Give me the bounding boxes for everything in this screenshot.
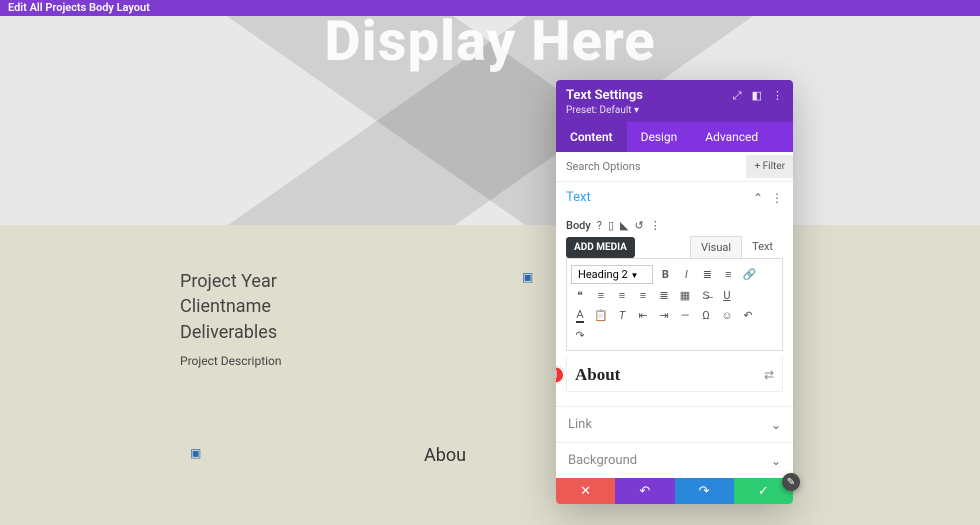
- tablet-icon[interactable]: ▯: [608, 219, 614, 232]
- align-right-icon[interactable]: ≡: [634, 286, 652, 304]
- chevron-down-icon: ⌄: [771, 418, 781, 432]
- more-toolbar-icon[interactable]: ▦: [676, 286, 694, 304]
- hr-icon[interactable]: —: [676, 306, 694, 324]
- panel-tabs: Content Design Advanced: [556, 122, 793, 152]
- project-description: Project Description: [180, 354, 500, 368]
- broken-image-icon: ▣: [522, 270, 536, 284]
- tab-content[interactable]: Content: [556, 122, 627, 152]
- chevron-down-icon: ▾: [634, 105, 639, 116]
- link-icon[interactable]: 🔗: [740, 266, 758, 284]
- paste-icon[interactable]: 📋: [592, 306, 610, 324]
- text-tab[interactable]: Text: [742, 236, 783, 258]
- align-center-icon[interactable]: ≡: [613, 286, 631, 304]
- broken-image-icon: ▣: [190, 446, 204, 460]
- textcolor-icon[interactable]: A: [571, 306, 589, 324]
- tab-advanced[interactable]: Advanced: [691, 122, 772, 152]
- outdent-icon[interactable]: ⇤: [634, 306, 652, 324]
- annotation-badge-1: 1: [556, 366, 564, 383]
- panel-header[interactable]: Text Settings ⤢ ◧ ⋮ Preset: Default ▾: [556, 80, 793, 122]
- redo-icon[interactable]: ↷: [571, 326, 589, 344]
- clear-icon[interactable]: T: [613, 306, 631, 324]
- redo-button[interactable]: ↷: [675, 478, 734, 504]
- addmedia-row: ADD MEDIA Visual Text: [556, 236, 793, 258]
- emoji-icon[interactable]: ☺: [718, 306, 736, 324]
- quote-icon[interactable]: ❝: [571, 286, 589, 304]
- align-left-icon[interactable]: ≡: [592, 286, 610, 304]
- help-icon[interactable]: ?: [597, 219, 602, 232]
- heading-select[interactable]: Heading 2 ▼: [571, 265, 653, 284]
- text-settings-panel: Text Settings ⤢ ◧ ⋮ Preset: Default ▾ Co…: [556, 80, 793, 504]
- search-row: + Filter: [556, 152, 793, 182]
- editor-toolbar: Heading 2 ▼ B I ≣ ≡ 🔗 ❝ ≡ ≡ ≡ ≣ ▦ S̶ U A…: [566, 258, 783, 351]
- dynamic-content-icon[interactable]: ⇄: [764, 368, 774, 382]
- tab-design[interactable]: Design: [627, 122, 692, 152]
- bold-icon[interactable]: B: [656, 266, 674, 284]
- section-more-icon[interactable]: ⋮: [771, 191, 783, 205]
- search-input[interactable]: [556, 152, 746, 181]
- section-text-title: Text: [566, 190, 591, 205]
- chevron-down-icon: ▼: [630, 271, 638, 280]
- body-field-row: Body ? ▯ ◣ ↺ ⋮: [556, 219, 793, 232]
- chevron-down-icon: ⌄: [771, 454, 781, 468]
- section-link[interactable]: Link ⌄: [556, 406, 793, 442]
- collapse-icon[interactable]: ⌃: [753, 191, 763, 205]
- project-deliverables: Deliverables: [180, 321, 500, 344]
- filter-button[interactable]: + Filter: [746, 155, 793, 178]
- cancel-button[interactable]: ✕: [556, 478, 615, 504]
- section-link-title: Link: [568, 417, 592, 432]
- undo-button[interactable]: ↶: [615, 478, 674, 504]
- add-media-button[interactable]: ADD MEDIA: [566, 237, 635, 258]
- editor-content[interactable]: About: [575, 365, 620, 385]
- display-here-text: Display Here: [0, 8, 980, 74]
- italic-icon[interactable]: I: [677, 266, 695, 284]
- project-client: Clientname: [180, 295, 500, 318]
- more-vert-icon[interactable]: ⋮: [650, 219, 661, 232]
- about-heading-bg: Abou: [424, 445, 466, 466]
- panel-title: Text Settings: [566, 88, 643, 103]
- section-text: Text ⌃ ⋮: [556, 182, 793, 211]
- panel-footer: ✕ ↶ ↷ ✓: [556, 478, 793, 504]
- wireframe-toggle-button[interactable]: ✎: [782, 473, 800, 491]
- specialchar-icon[interactable]: Ω: [697, 306, 715, 324]
- preset-label[interactable]: Preset: Default ▾: [566, 105, 783, 116]
- snap-icon[interactable]: ◧: [752, 89, 762, 102]
- reset-icon[interactable]: ↺: [635, 219, 644, 232]
- editor-area[interactable]: About ⇄: [566, 357, 783, 392]
- strike-icon[interactable]: S̶: [697, 286, 715, 304]
- align-justify-icon[interactable]: ≣: [655, 286, 673, 304]
- body-label: Body: [566, 219, 591, 232]
- project-year: Project Year: [180, 270, 500, 293]
- undo-icon[interactable]: ↶: [739, 306, 757, 324]
- visual-tab[interactable]: Visual: [690, 236, 742, 258]
- project-info-block: Project Year Clientname Deliverables Pro…: [180, 270, 500, 368]
- more-icon[interactable]: ⋮: [772, 89, 783, 102]
- expand-icon[interactable]: ⤢: [733, 89, 742, 103]
- section-background[interactable]: Background ⌄: [556, 442, 793, 478]
- hover-icon[interactable]: ◣: [620, 219, 628, 232]
- indent-icon[interactable]: ⇥: [655, 306, 673, 324]
- ul-icon[interactable]: ≣: [698, 266, 716, 284]
- ol-icon[interactable]: ≡: [719, 266, 737, 284]
- section-background-title: Background: [568, 453, 637, 468]
- underline-icon[interactable]: U: [718, 286, 736, 304]
